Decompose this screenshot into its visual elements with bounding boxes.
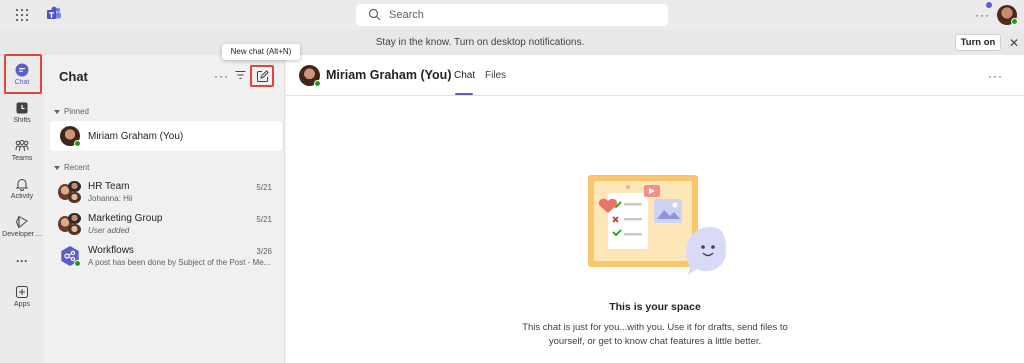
close-icon[interactable]: ✕: [1009, 36, 1019, 50]
search-box[interactable]: [356, 4, 668, 26]
chat-header: Miriam Graham (You) Chat Files ···: [286, 55, 1024, 96]
empty-state-description: This chat is just for you...with you. Us…: [522, 322, 788, 347]
chat-highlight-box: [4, 54, 42, 94]
presence-available-icon: [314, 80, 321, 87]
chat-preview: Johanna: Hii: [88, 194, 133, 203]
chat-name: HR Team: [88, 181, 130, 192]
banner-message: Stay in the know. Turn on desktop notifi…: [375, 37, 585, 48]
rail-item-teams[interactable]: Teams: [0, 135, 44, 173]
tab-chat[interactable]: Chat: [454, 70, 475, 81]
turn-on-notifications-button[interactable]: Turn on: [955, 34, 1001, 51]
group-avatar: [58, 181, 82, 203]
more-options-button[interactable]: ···: [214, 69, 229, 83]
rail-item-developer-portal[interactable]: Developer ...: [0, 211, 44, 249]
app-launcher-icon[interactable]: [16, 9, 28, 21]
empty-state-title: This is your space: [609, 301, 701, 313]
title-bar: ···: [0, 0, 1024, 30]
app-rail: Chat Shifts Teams Activity Developer ...: [0, 55, 44, 363]
presence-available-icon: [1011, 18, 1018, 25]
new-chat-tooltip: New chat (Alt+N): [222, 44, 300, 60]
section-pinned[interactable]: Pinned: [54, 107, 89, 116]
teams-icon: [15, 140, 29, 152]
rail-item-label: Teams: [11, 155, 33, 162]
rail-item-shifts[interactable]: Shifts: [0, 97, 44, 135]
rail-item-label: Developer ...: [2, 231, 42, 238]
chat-date: 3/26: [256, 247, 272, 256]
chat-name: Workflows: [88, 245, 134, 256]
section-recent[interactable]: Recent: [54, 163, 89, 172]
chat-preview: User added: [88, 226, 130, 235]
chat-name: Miriam Graham (You): [88, 131, 184, 142]
presence-available-icon: [74, 260, 81, 267]
shifts-icon: [16, 102, 28, 114]
more-options-button[interactable]: ···: [988, 69, 1003, 83]
group-avatar: [58, 213, 82, 235]
chat-item-hr-team[interactable]: HR Team Johanna: Hii 5/21: [50, 177, 282, 207]
rail-item-label: Apps: [14, 301, 30, 308]
active-tab-indicator: [455, 93, 473, 95]
chat-header-name: Miriam Graham (You): [326, 68, 452, 82]
chat-date: 5/21: [256, 183, 272, 192]
search-input[interactable]: [389, 7, 649, 23]
pane-title: Chat: [59, 69, 88, 84]
presence-available-icon: [74, 140, 81, 147]
search-icon: [368, 8, 381, 21]
chat-preview: A post has been done by Subject of the P…: [88, 258, 271, 267]
apps-icon: [16, 286, 28, 298]
section-label: Pinned: [64, 107, 89, 116]
chat-item-workflows[interactable]: Workflows A post has been done by Subjec…: [50, 241, 282, 271]
chat-name: Marketing Group: [88, 213, 163, 224]
chat-list-pane: Chat ··· Pinned Miriam Graham (You) Rece…: [44, 55, 285, 363]
tab-files[interactable]: Files: [485, 70, 506, 81]
chat-item-marketing-group[interactable]: Marketing Group User added 5/21: [50, 209, 282, 239]
rail-item-apps[interactable]: Apps: [0, 281, 44, 319]
chat-date: 5/21: [256, 215, 272, 224]
rail-item-activity[interactable]: Activity: [0, 173, 44, 211]
section-label: Recent: [64, 163, 90, 172]
rail-item-label: Shifts: [13, 117, 31, 124]
chevron-down-icon: [54, 165, 60, 170]
filter-icon[interactable]: [235, 70, 246, 80]
chat-main-area: Miriam Graham (You) Chat Files ··· This …: [286, 55, 1024, 363]
chat-item-miriam-graham[interactable]: Miriam Graham (You): [50, 121, 282, 151]
developer-portal-icon: [15, 215, 28, 229]
your-space-illustration: [588, 175, 726, 275]
bell-icon: [15, 179, 29, 191]
more-apps-icon: ···: [16, 254, 28, 268]
compose-icon: [257, 70, 269, 82]
rail-item-more-apps[interactable]: ···: [0, 249, 44, 273]
notification-banner: Stay in the know. Turn on desktop notifi…: [0, 30, 1024, 55]
new-chat-button[interactable]: [250, 65, 274, 87]
settings-more-button[interactable]: ···: [975, 8, 990, 22]
teams-logo-icon: [46, 6, 62, 25]
rail-item-label: Activity: [10, 193, 34, 200]
chevron-down-icon: [54, 109, 60, 114]
